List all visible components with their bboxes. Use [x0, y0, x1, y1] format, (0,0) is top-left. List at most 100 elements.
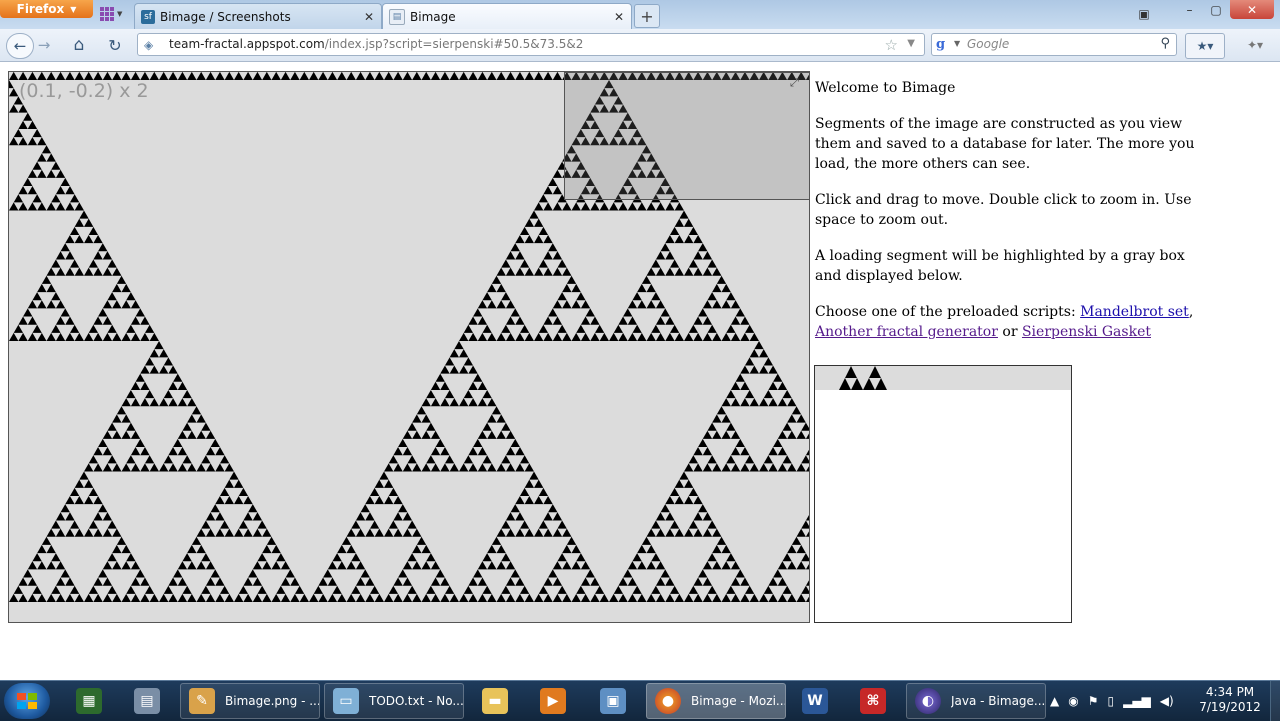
tab-list-icon: ▣: [1138, 6, 1150, 21]
firefox-menu-label: Firefox: [16, 2, 65, 16]
calculator-icon: ▤: [134, 688, 160, 714]
loading-segment-highlight: [564, 72, 809, 200]
sierpenski-link[interactable]: Sierpenski Gasket: [1022, 324, 1151, 340]
taskbar-label: TODO.txt - No...: [369, 694, 463, 708]
remote-desktop-icon: ▣: [600, 688, 626, 714]
pinned-media-player[interactable]: ▶: [530, 683, 576, 719]
pinned-task-manager[interactable]: ▦: [66, 683, 112, 719]
bookmark-star-icon[interactable]: ☆: [885, 36, 898, 54]
tab-title: Bimage / Screenshots: [160, 9, 291, 24]
windows-taskbar: ▦ ▤ ✎ Bimage.png - ... ▭ TODO.txt - No..…: [0, 680, 1280, 721]
url-path: /index.jsp?script=sierpenski#50.5&73.5&2: [324, 37, 584, 51]
loading-segment-preview: [814, 365, 1072, 623]
info-panel: Welcome to Bimage Segments of the image …: [815, 78, 1195, 358]
clock-time: 4:34 PM: [1205, 685, 1255, 699]
maximize-icon: ▢: [1210, 2, 1222, 17]
close-tab-icon[interactable]: ✕: [363, 10, 375, 24]
taskbar-label: Java - Bimage...: [951, 694, 1045, 708]
pinned-acrobat[interactable]: ⌘: [850, 683, 896, 719]
search-input[interactable]: Google: [967, 37, 1009, 51]
taskbar-label: Bimage - Mozi...: [691, 694, 785, 708]
pinned-calculator[interactable]: ▤: [124, 683, 170, 719]
taskbar-window-eclipse[interactable]: ◐ Java - Bimage...: [906, 683, 1046, 719]
navigation-toolbar: ← → ⌂ ↻ ◈ team-fractal.appspot.com/index…: [0, 29, 1280, 62]
fractal-viewport[interactable]: (0.1, -0.2) x 2 ⤢: [8, 71, 810, 623]
eclipse-icon: ◐: [915, 688, 941, 714]
tab-bimage-screenshots[interactable]: sf Bimage / Screenshots ✕: [134, 3, 382, 29]
word-icon: W: [802, 688, 828, 714]
forward-button[interactable]: →: [34, 33, 54, 57]
mandelbrot-link[interactable]: Mandelbrot set: [1080, 304, 1189, 320]
system-tray: ▲ ◉ ⚑ ▯ ▂▄▆ ◀): [1050, 681, 1174, 721]
firefox-menu-button[interactable]: Firefox ▼: [0, 0, 93, 18]
url-bar[interactable]: ◈ team-fractal.appspot.com/index.jsp?scr…: [137, 33, 925, 56]
volume-icon[interactable]: ◀): [1160, 694, 1174, 708]
minimize-button[interactable]: –: [1176, 0, 1203, 19]
taskbar-window-notepad[interactable]: ▭ TODO.txt - No...: [324, 683, 464, 719]
search-bar[interactable]: g ▼ Google ⚲: [931, 33, 1177, 56]
back-button[interactable]: ←: [6, 33, 34, 59]
home-icon: ⌂: [73, 35, 85, 55]
back-arrow-icon: ←: [13, 37, 27, 55]
system-clock[interactable]: 4:34 PM 7/19/2012: [1198, 685, 1262, 715]
help-icon[interactable]: ◉: [1068, 694, 1078, 708]
reload-button[interactable]: ↻: [102, 33, 128, 57]
reload-icon: ↻: [108, 35, 122, 55]
new-tab-button[interactable]: +: [634, 4, 660, 28]
close-icon: ✕: [1246, 2, 1258, 17]
page-icon: ▤: [389, 8, 405, 25]
pinned-word[interactable]: W: [792, 683, 838, 719]
pinned-explorer[interactable]: ▬: [472, 683, 518, 719]
pinned-remote-desktop[interactable]: ▣: [590, 683, 636, 719]
network-signal-icon[interactable]: ▂▄▆: [1123, 694, 1151, 708]
url-text[interactable]: team-fractal.appspot.com/index.jsp?scrip…: [169, 37, 583, 51]
scripts-intro: Choose one of the preloaded scripts:: [815, 304, 1081, 320]
list-all-tabs-button[interactable]: ▣: [1131, 4, 1157, 23]
bookmarks-icon: ★▾: [1196, 39, 1214, 53]
start-button[interactable]: [4, 683, 50, 719]
clock-date: 7/19/2012: [1199, 700, 1261, 714]
resize-icon[interactable]: ⤢: [790, 76, 799, 90]
tab-title: Bimage: [410, 9, 456, 24]
loading-text: A loading segment will be highlighted by…: [815, 248, 1185, 284]
firefox-icon: ●: [655, 688, 681, 714]
tab-bimage[interactable]: ▤ Bimage ✕: [382, 3, 632, 29]
description-text: Segments of the image are constructed as…: [815, 116, 1195, 172]
separator: or: [997, 324, 1022, 340]
segment-preview-strip: [815, 366, 1071, 390]
search-icon[interactable]: ⚲: [1160, 36, 1170, 51]
sf-icon: sf: [141, 9, 155, 24]
tab-groups-icon: [100, 7, 114, 21]
battery-icon[interactable]: ▯: [1107, 694, 1114, 708]
monitor-icon: ▦: [76, 688, 102, 714]
pdf-icon: ⌘: [860, 688, 886, 714]
google-icon[interactable]: g: [936, 37, 952, 53]
action-center-flag-icon[interactable]: ⚑: [1088, 694, 1099, 708]
site-identity-icon[interactable]: ◈: [144, 38, 153, 52]
paint-icon: ✎: [189, 688, 215, 714]
tab-groups-button[interactable]: ▼: [100, 4, 130, 24]
home-button[interactable]: ⌂: [66, 33, 92, 57]
segment-preview-image: [839, 366, 887, 390]
taskbar-window-paint[interactable]: ✎ Bimage.png - ...: [180, 683, 320, 719]
forward-arrow-icon: →: [37, 36, 51, 54]
chevron-down-icon: ▼: [70, 4, 77, 14]
maximize-button[interactable]: ▢: [1203, 0, 1229, 19]
close-tab-icon[interactable]: ✕: [613, 10, 625, 24]
addon-toolbar-button[interactable]: ✦▾: [1236, 33, 1274, 57]
show-hidden-icons-icon[interactable]: ▲: [1050, 694, 1059, 708]
controls-text: Click and drag to move. Double click to …: [815, 192, 1192, 228]
welcome-heading: Welcome to Bimage: [815, 80, 956, 96]
url-history-dropdown-icon[interactable]: ▼: [907, 38, 915, 49]
folder-icon: ▬: [482, 688, 508, 714]
chevron-down-icon: ▼: [117, 10, 123, 18]
tab-strip: Firefox ▼ ▼ sf Bimage / Screenshots ✕ ▤ …: [0, 0, 1280, 29]
coordinate-readout: (0.1, -0.2) x 2: [19, 80, 149, 102]
show-desktop-button[interactable]: [1270, 681, 1280, 721]
bookmarks-menu-button[interactable]: ★▾: [1185, 33, 1225, 59]
taskbar-window-firefox[interactable]: ● Bimage - Mozi...: [646, 683, 786, 719]
close-window-button[interactable]: ✕: [1230, 0, 1274, 19]
windows-logo-icon: [17, 693, 37, 709]
chevron-down-icon[interactable]: ▼: [954, 39, 960, 48]
another-fractal-link[interactable]: Another fractal generator: [815, 324, 998, 340]
